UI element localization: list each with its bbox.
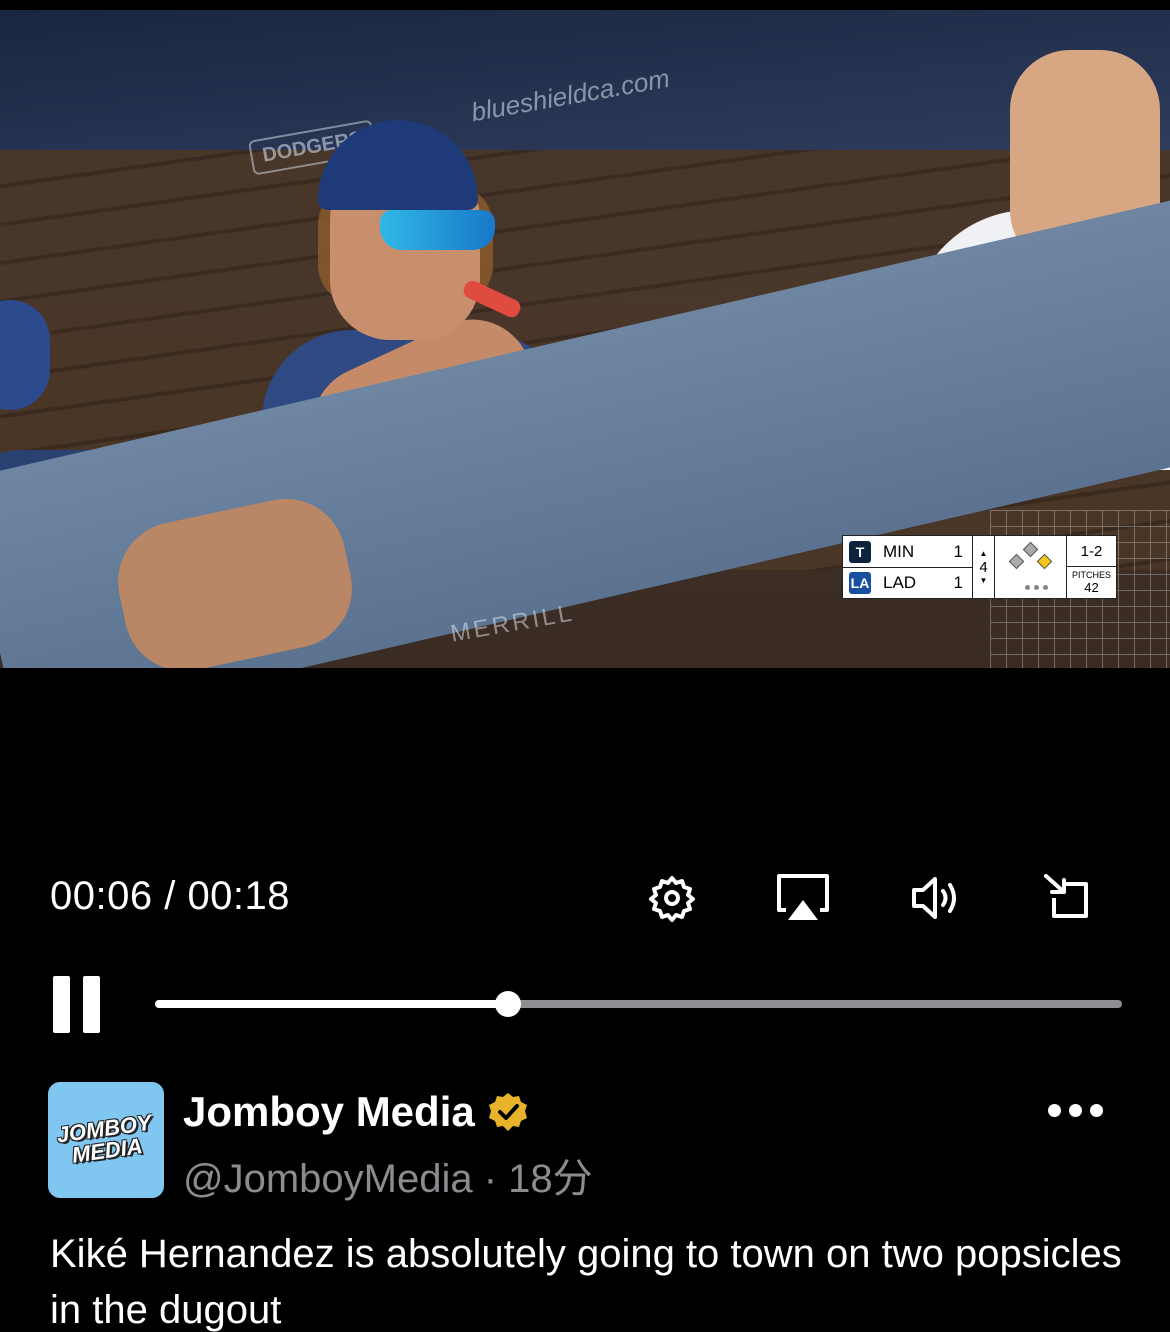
volume-icon[interactable] xyxy=(906,868,966,928)
more-options-icon[interactable] xyxy=(1048,1104,1103,1117)
scorebug: T MIN 1 LA LAD 1 ▲ 4 ▼ 1-2 PITCHES 42 xyxy=(842,535,1117,599)
scorebug-bases xyxy=(995,536,1067,598)
pause-button[interactable] xyxy=(50,976,105,1033)
avatar[interactable]: JOMBOY MEDIA xyxy=(48,1082,164,1198)
away-team-abbr: MIN xyxy=(883,541,915,561)
home-team-abbr: LAD xyxy=(883,573,917,592)
exit-fullscreen-icon[interactable] xyxy=(1038,868,1098,928)
airplay-icon[interactable] xyxy=(773,868,833,928)
inning-number: 4 xyxy=(979,558,988,576)
jomboy-logo: JOMBOY MEDIA xyxy=(55,1110,157,1169)
scorebug-home-row: LA LAD 1 xyxy=(843,567,972,598)
inning-bottom-arrow-icon: ▼ xyxy=(979,575,988,585)
first-base-icon xyxy=(1036,553,1053,570)
second-base-icon xyxy=(1022,541,1039,558)
twins-logo-icon: T xyxy=(849,540,871,563)
handle-and-timestamp: @JomboyMedia · 18分 xyxy=(183,1157,593,1201)
scorebug-inning: ▲ 4 ▼ xyxy=(973,536,995,598)
ball-strike-count: 1-2 xyxy=(1067,536,1116,567)
author-row: Jomboy Media xyxy=(183,1088,529,1136)
dodgers-logo-icon: LA xyxy=(849,572,871,594)
video-frame[interactable]: blueshieldca.com DODGERS MERRILL T MIN 1… xyxy=(0,10,1170,668)
pitch-count: 42 xyxy=(1084,580,1099,595)
figure-main-sunglasses xyxy=(380,210,495,250)
scorebug-teams: T MIN 1 LA LAD 1 xyxy=(843,536,973,598)
author-name[interactable]: Jomboy Media xyxy=(183,1088,475,1136)
outs-indicator xyxy=(1025,585,1048,590)
post-text: Kiké Hernandez is absolutely going to to… xyxy=(50,1232,1122,1332)
scorebug-away-row: T MIN 1 xyxy=(843,536,972,567)
pause-bar-left xyxy=(53,976,70,1033)
settings-gear-icon[interactable] xyxy=(642,868,702,928)
home-team-score: 1 xyxy=(953,573,963,592)
progress-fill xyxy=(155,1000,508,1008)
pitches-label: PITCHES xyxy=(1071,570,1111,580)
pause-bar-right xyxy=(83,976,100,1033)
verified-badge-icon xyxy=(488,1093,527,1131)
progress-track[interactable] xyxy=(155,991,1122,1017)
progress-scrubber-handle[interactable] xyxy=(494,991,521,1017)
third-base-icon xyxy=(1008,553,1025,570)
time-display: 00:06 / 00:18 xyxy=(50,874,291,918)
scorebug-count: 1-2 PITCHES 42 xyxy=(1067,536,1116,598)
inning-top-arrow-icon: ▲ xyxy=(979,548,988,558)
away-team-score: 1 xyxy=(953,541,963,561)
